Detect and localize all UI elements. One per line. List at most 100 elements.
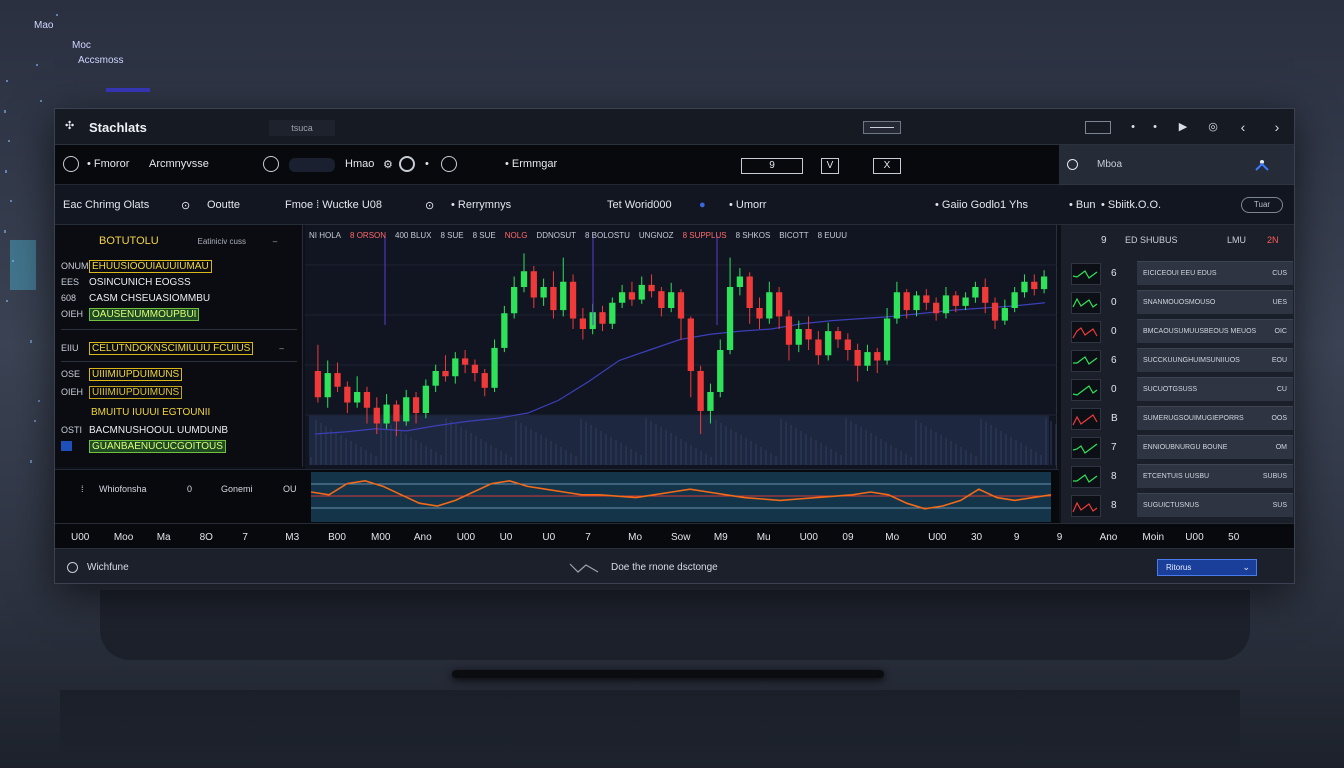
- candle[interactable]: [403, 389, 410, 426]
- watchlist-row[interactable]: 0 SNANMOUOSMOUSO UES: [1065, 290, 1293, 316]
- candle[interactable]: [834, 326, 842, 348]
- order-row[interactable]: 608 CASM CHSEUASIOMMBU: [61, 293, 210, 304]
- candle[interactable]: [717, 339, 724, 398]
- candle[interactable]: [569, 274, 577, 329]
- play-icon[interactable]: ▶: [1177, 121, 1189, 134]
- candle[interactable]: [913, 291, 920, 317]
- candle[interactable]: [864, 344, 871, 371]
- candle[interactable]: [942, 287, 950, 319]
- candle[interactable]: [844, 333, 851, 361]
- candle[interactable]: [354, 376, 361, 408]
- candle[interactable]: [815, 331, 822, 365]
- toolbar-item[interactable]: Arcmnyvsse: [149, 158, 209, 170]
- candle[interactable]: [933, 297, 940, 321]
- order-row[interactable]: BMUITU IUUUI EGTOUNII: [61, 407, 212, 418]
- candle[interactable]: [638, 276, 645, 304]
- candle[interactable]: [491, 339, 498, 393]
- toolbar-search[interactable]: [289, 158, 335, 172]
- candle[interactable]: [1040, 270, 1048, 294]
- candle[interactable]: [609, 297, 616, 330]
- target-icon[interactable]: [263, 156, 279, 172]
- candle[interactable]: [766, 281, 773, 324]
- symbol-tab[interactable]: • Rerrymnys: [451, 199, 511, 211]
- candlestick-chart[interactable]: [305, 225, 1057, 469]
- collapse-icon[interactable]: –: [273, 237, 277, 246]
- candle[interactable]: [687, 316, 694, 398]
- candle[interactable]: [1021, 274, 1028, 298]
- order-row[interactable]: OSTI BACMNUSHOOUL UUMDUNB: [61, 425, 228, 436]
- toggle-pill[interactable]: Tuar: [1241, 197, 1283, 213]
- candle[interactable]: [677, 289, 685, 340]
- candle[interactable]: [962, 292, 969, 311]
- candle[interactable]: [511, 276, 518, 319]
- candle[interactable]: [648, 274, 655, 298]
- candle[interactable]: [334, 362, 341, 392]
- candle[interactable]: [540, 278, 547, 306]
- candle[interactable]: [344, 381, 351, 414]
- symbol-tab[interactable]: • Bun: [1069, 199, 1096, 211]
- candle[interactable]: [923, 289, 930, 311]
- candle[interactable]: [1031, 274, 1038, 296]
- order-row[interactable]: ONUM EHUUSIOOUIAUUIUMAU: [61, 260, 212, 273]
- candle[interactable]: [795, 320, 802, 353]
- candle[interactable]: [658, 287, 665, 317]
- order-row[interactable]: OIEH OAUSENUMMOUPBUI: [61, 308, 200, 321]
- watchlist-row[interactable]: 0 SUCUOTGSUSS CU: [1065, 377, 1293, 403]
- symbol-tab[interactable]: Eac Chrimg Olats: [63, 199, 149, 211]
- watchlist-row[interactable]: 6 SUCCKUUNGHUIMSUNIIUOS EOU: [1065, 348, 1293, 374]
- status-circle-icon[interactable]: [1067, 159, 1078, 170]
- layout-select[interactable]: Ritorus ⌄: [1157, 559, 1257, 576]
- candle[interactable]: [805, 316, 812, 350]
- interval-selector[interactable]: 9: [741, 158, 803, 174]
- candle[interactable]: [668, 282, 675, 313]
- symbol-tab[interactable]: • Gaiio Godlo1 Yhs: [935, 199, 1028, 211]
- window-option-box[interactable]: [1085, 121, 1111, 134]
- candle[interactable]: [550, 271, 557, 319]
- candle[interactable]: [442, 355, 449, 382]
- watchlist-row[interactable]: 6 EICICEOUI EEU EDUS CUS: [1065, 261, 1293, 287]
- candle[interactable]: [1011, 287, 1018, 313]
- collapse-icon[interactable]: –: [279, 344, 283, 353]
- toolbar-item[interactable]: Hmao: [345, 158, 374, 170]
- candle[interactable]: [874, 347, 881, 374]
- symbol-tab[interactable]: Tet Worid000: [607, 199, 672, 211]
- symbol-tab[interactable]: Fmoe ⁞ Wuctke U08: [285, 199, 382, 211]
- candle[interactable]: [520, 253, 528, 293]
- watchlist-row[interactable]: 8 ETCENTUIS UUSBU SUBUS: [1065, 464, 1293, 490]
- dot-icon[interactable]: •: [1129, 121, 1137, 134]
- toolbar-item[interactable]: • Fmoror: [87, 158, 129, 170]
- symbol-tab[interactable]: Ooutte: [207, 199, 240, 211]
- indicator-icon[interactable]: ⊙: [181, 199, 190, 212]
- candle[interactable]: [952, 291, 959, 313]
- watchlist-row[interactable]: 7 ENNIOUBNURGU BOUNE OM: [1065, 435, 1293, 461]
- gear-icon[interactable]: [399, 156, 415, 172]
- candle[interactable]: [825, 322, 832, 361]
- candle[interactable]: [560, 257, 567, 317]
- candle[interactable]: [854, 343, 861, 382]
- clock-icon[interactable]: [63, 156, 79, 172]
- candle[interactable]: [579, 308, 587, 340]
- order-row[interactable]: EIIU CELUTNDOKNSCIMIUUU FCUIUS –: [61, 342, 284, 355]
- oscillator-chart[interactable]: [311, 472, 1051, 522]
- candle[interactable]: [422, 379, 429, 419]
- candle[interactable]: [530, 266, 537, 308]
- candle[interactable]: [471, 359, 479, 382]
- toolbar-item[interactable]: • Ermmgar: [505, 158, 557, 170]
- candle[interactable]: [628, 281, 636, 306]
- order-row[interactable]: OSE UIIIMIUPDUIMUNS: [61, 368, 183, 381]
- order-row-selected[interactable]: GUANBAENUCUCGOITOUS: [61, 440, 226, 453]
- candle[interactable]: [432, 364, 439, 392]
- forward-arrow-icon[interactable]: ›: [1271, 120, 1283, 134]
- watchlist-row[interactable]: 8 SUGUICTUSNUS SUS: [1065, 493, 1293, 519]
- candle[interactable]: [452, 352, 459, 384]
- candle[interactable]: [324, 360, 331, 408]
- candle[interactable]: [756, 297, 763, 330]
- symbol-tab[interactable]: • Umorr: [729, 199, 766, 211]
- candle[interactable]: [726, 257, 734, 355]
- close-chart-button[interactable]: X: [873, 158, 901, 174]
- candle[interactable]: [1001, 299, 1008, 325]
- watchlist-row[interactable]: B SUMERUGSOUIMUGIEPORRS OOS: [1065, 406, 1293, 432]
- time-axis[interactable]: U00 Moo Ma 8O 7 M3 B00 M00 Ano U00 U0 U0 7 Mo Sow M9 Mu U…: [55, 523, 1294, 549]
- candle[interactable]: [461, 350, 469, 374]
- dot-icon[interactable]: •: [1151, 121, 1159, 134]
